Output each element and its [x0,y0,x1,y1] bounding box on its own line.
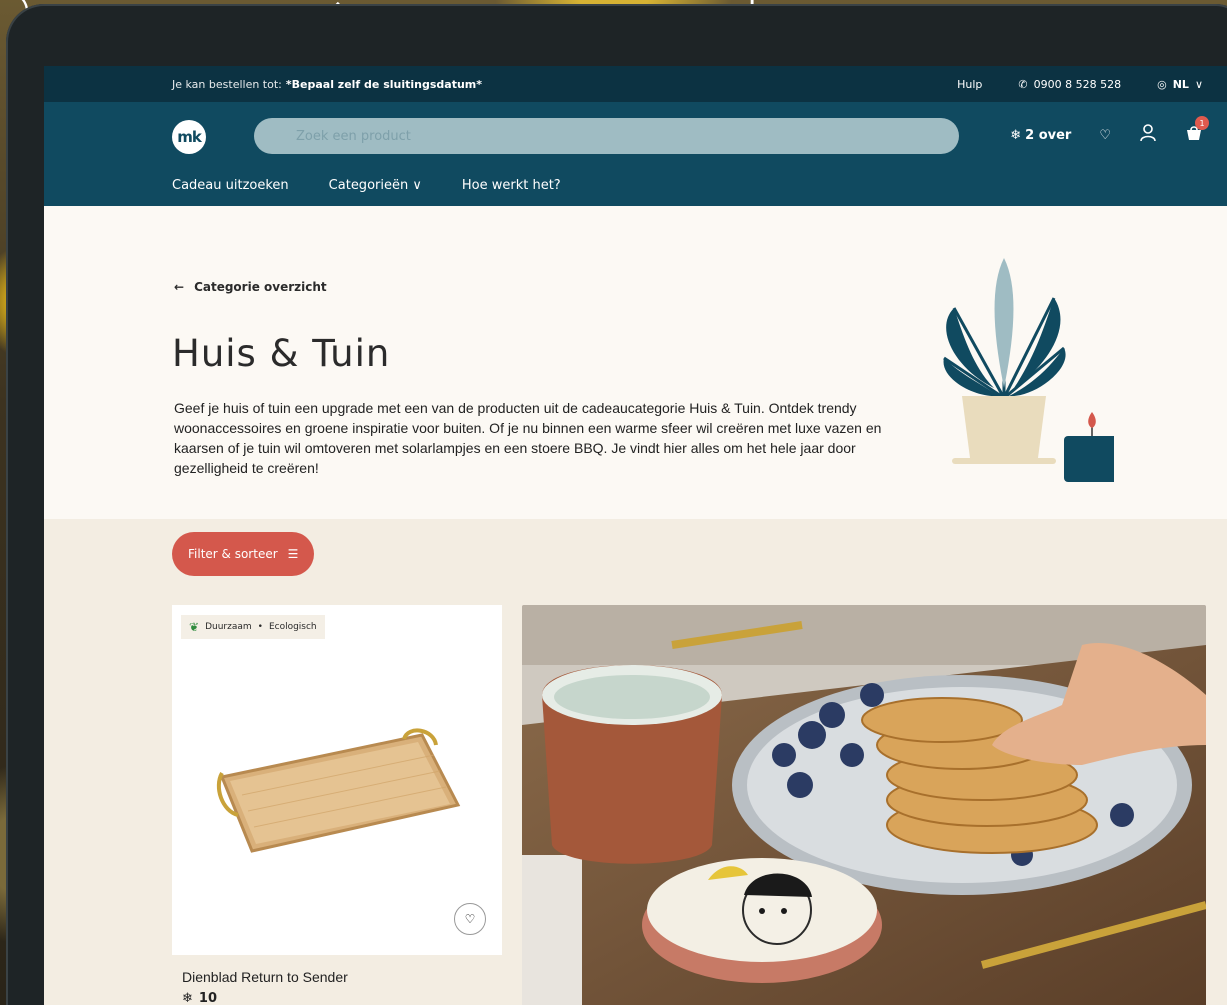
help-link[interactable]: Hulp [957,78,982,91]
laptop-bezel: Je kan bestellen tot: *Bepaal zelf de sl… [6,4,1227,1005]
heart-icon[interactable]: ♡ [1099,128,1111,143]
product-card[interactable]: ❦ Duurzaam • Ecologisch ♡ Dienblad Retur… [172,605,502,1005]
search-input[interactable] [254,118,959,154]
favorite-button[interactable]: ♡ [454,903,486,935]
cart-count-badge: 1 [1195,116,1209,130]
order-deadline-value: *Bepaal zelf de sluitingsdatum* [285,77,483,91]
back-link-label: Categorie overzicht [194,280,327,294]
language-selector[interactable]: ◎ NL ∨ [1157,78,1203,91]
snowflake-icon: ❄ [182,991,193,1005]
heart-icon: ♡ [464,912,476,926]
language-code: NL [1172,77,1189,91]
product-price: ❄ 10 [182,991,217,1005]
nav-item-hoe-werkt-het[interactable]: Hoe werkt het? [462,178,561,193]
category-intro: Geef je huis of tuin een upgrade met een… [174,400,882,476]
user-icon[interactable] [1139,124,1157,146]
page-title: Huis & Tuin [172,332,391,375]
arrow-left-icon: ← [174,280,185,294]
sliders-icon: ☰ [287,547,299,561]
laptop-screen: Je kan bestellen tot: *Bepaal zelf de sl… [44,66,1227,1005]
utility-bar: Je kan bestellen tot: *Bepaal zelf de sl… [44,66,1227,102]
cart-button[interactable]: 1 [1185,116,1209,146]
order-deadline-label: Je kan bestellen tot: [172,77,282,91]
globe-icon: ◎ [1157,77,1167,91]
phone-number: 0900 8 528 528 [1033,77,1122,91]
header-actions: ❄ 2 over ♡ 1 [1010,116,1209,146]
main-header: mk ⌕ ❄ 2 over ♡ 1 Cadeau uitzoeken [44,102,1227,206]
snow-balance-text: 2 over [1025,127,1072,143]
chevron-down-icon: ∨ [1194,77,1203,91]
phone-icon: ✆ [1018,77,1028,91]
filter-sort-button[interactable]: Filter & sorteer ☰ [172,532,315,576]
main-nav: Cadeau uitzoeken Categorieën ∨ Hoe werkt… [172,178,561,193]
product-image-area: ❦ Duurzaam • Ecologisch ♡ [172,605,502,955]
product-price-value: 10 [198,991,217,1005]
product-listing: Filter & sorteer ☰ ❦ Duurzaam • Ecologis… [44,519,1227,1005]
product-image-tray [216,728,461,853]
plant-candle-illustration [943,258,1114,482]
chevron-down-icon: ∨ [412,178,422,193]
promo-photo-pancakes [522,605,1206,1005]
category-hero: ← Categorie overzicht Huis & Tuin Geef j… [44,206,1227,519]
phone-link[interactable]: ✆ 0900 8 528 528 [1018,78,1121,91]
logo[interactable]: mk [172,120,206,154]
back-link[interactable]: ← Categorie overzicht [174,280,327,294]
nav-item-categorieen[interactable]: Categorieën ∨ [329,178,422,193]
filter-sort-label: Filter & sorteer [188,547,278,561]
snow-balance[interactable]: ❄ 2 over [1010,128,1071,143]
product-name: Dienblad Return to Sender [182,969,348,985]
snowflake-icon: ❄ [1010,127,1022,143]
nav-item-cadeau-uitzoeken[interactable]: Cadeau uitzoeken [172,178,289,193]
nav-item-label: Categorieën [328,178,409,193]
